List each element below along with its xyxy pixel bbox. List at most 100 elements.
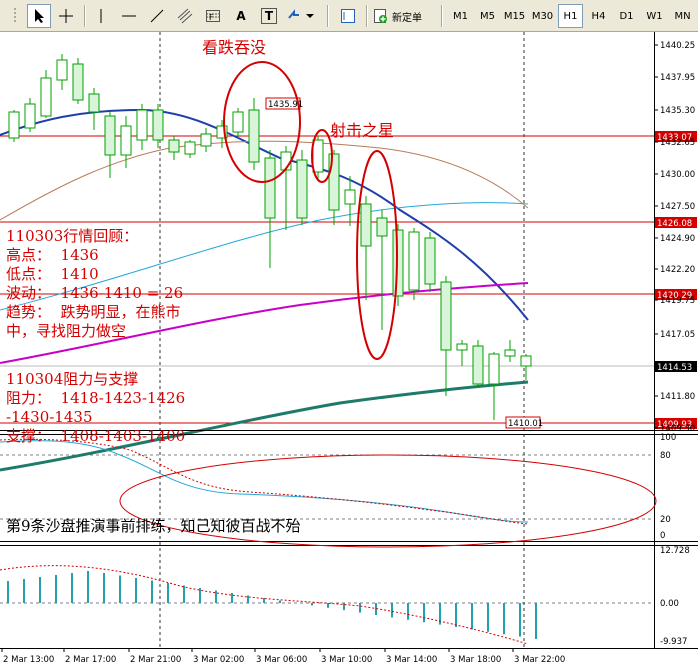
- sr-block: 110304阻力与支撑 阻力： 1418-1423-1426 -1430-143…: [6, 370, 185, 446]
- stoch-axis-label: 0: [660, 531, 665, 541]
- candle-body: [104, 115, 116, 156]
- candle-body: [264, 157, 276, 219]
- candle-body: [424, 237, 436, 285]
- candle-body: [232, 111, 244, 133]
- time-tick-label: 3 Mar 10:00: [321, 655, 372, 665]
- timeframe-m5[interactable]: M5: [475, 4, 500, 28]
- time-tick-label: 2 Mar 13:00: [3, 655, 54, 665]
- time-tick-label: 3 Mar 18:00: [450, 655, 501, 665]
- vertical-line-icon[interactable]: [89, 4, 113, 28]
- timeframe-h4[interactable]: H4: [586, 4, 611, 28]
- candle-body: [360, 203, 372, 247]
- toolbar-separator: [441, 5, 443, 27]
- sr-resistance: 阻力： 1418-1423-1426: [6, 389, 186, 407]
- candle-body: [88, 93, 100, 113]
- review-range: 波动： 1436-1410 = 26: [6, 284, 184, 302]
- candle-body: [120, 125, 132, 156]
- arrow-shapes-icon[interactable]: [285, 4, 315, 28]
- sr-title: 110304阻力与支撑: [6, 370, 139, 388]
- cursor-arrow-icon[interactable]: [27, 4, 51, 28]
- time-tick-label: 3 Mar 06:00: [256, 655, 307, 665]
- price-tick-label: 1440.25: [660, 41, 695, 51]
- equidistant-channel-icon[interactable]: [173, 4, 197, 28]
- low-price-label: 1410.01: [508, 419, 543, 429]
- time-tick-label: 3 Mar 02:00: [193, 655, 244, 665]
- price-tick-label: 1430.00: [660, 170, 695, 180]
- time-tick-label: 3 Mar 14:00: [386, 655, 437, 665]
- price-tick-label: 1411.80: [660, 392, 695, 402]
- toolbar-separator: [366, 5, 368, 27]
- price-tick-label: 1427.50: [660, 202, 695, 212]
- timeframe-m1[interactable]: M1: [448, 4, 473, 28]
- candle-body: [184, 141, 196, 155]
- review-high: 高点： 1436: [6, 246, 99, 264]
- candle-body: [152, 109, 164, 141]
- macd-axis-label: 0.00: [660, 599, 679, 609]
- price-tick-label: 1424.90: [660, 234, 695, 244]
- stoch-axis-label: 80: [660, 451, 671, 461]
- review-trend-2: 中，寻找阻力做空: [6, 322, 127, 340]
- sr-support: 支撑： 1408-1403-1400: [6, 427, 186, 445]
- engulf-annotation: 看跌吞没: [202, 38, 267, 57]
- review-title: 110303行情回顾：: [6, 227, 139, 245]
- toolbar-separator: [84, 5, 86, 27]
- candle-body: [376, 217, 388, 237]
- fibonacci-icon[interactable]: F: [201, 4, 225, 28]
- price-tick-label: 1422.20: [660, 265, 695, 275]
- candle-body: [72, 63, 84, 101]
- candle-body: [248, 109, 260, 163]
- rule-caption: 第9条沙盘推演事前排练，知己知彼百战不殆: [6, 517, 301, 535]
- timeframe-d1[interactable]: D1: [614, 4, 639, 28]
- candle-body: [472, 345, 484, 385]
- crosshair-icon[interactable]: [54, 4, 78, 28]
- candle-body: [200, 133, 212, 147]
- candle-body: [408, 231, 420, 291]
- candle-body: [456, 343, 468, 351]
- text-label-icon[interactable]: T: [257, 4, 281, 28]
- current-price-label: 1414.53: [657, 363, 692, 373]
- price-tick-label: 1417.05: [660, 330, 695, 340]
- price-tick-label: 1432.65: [660, 138, 695, 148]
- periodicity-icon[interactable]: [336, 4, 360, 28]
- toolbar: F A T 新定单 M1 M5 M15 M30 H1 H4 D1 W1 MN: [0, 0, 698, 32]
- candle-body: [488, 353, 500, 385]
- time-tick-label: 2 Mar 21:00: [130, 655, 181, 665]
- horizontal-line-icon[interactable]: [117, 4, 141, 28]
- macd-axis-label: -9.937: [660, 637, 687, 647]
- price-tick-label: 1419.75: [660, 296, 695, 306]
- time-tick-label: 3 Mar 22:00: [514, 655, 565, 665]
- timeframe-m15[interactable]: M15: [502, 4, 527, 28]
- candle-body: [344, 189, 356, 205]
- timeframe-mn[interactable]: MN: [670, 4, 695, 28]
- level-label: 1426.08: [657, 219, 692, 229]
- candle-body: [296, 159, 308, 219]
- toolbar-separator: [327, 5, 329, 27]
- sr-resistance-2: -1430-1435: [6, 408, 93, 426]
- price-tick-label: 1435.30: [660, 106, 695, 116]
- timeframe-w1[interactable]: W1: [642, 4, 667, 28]
- svg-text:F: F: [209, 13, 214, 22]
- candle-body: [40, 77, 52, 117]
- text-tool-icon[interactable]: A: [229, 4, 253, 28]
- timeframe-m30[interactable]: M30: [530, 4, 555, 28]
- timeframe-h1[interactable]: H1: [558, 4, 583, 28]
- stoch-axis-label: 20: [660, 515, 671, 525]
- candle-body: [136, 109, 148, 141]
- toolbar-grip-icon: [4, 4, 28, 28]
- candle-body: [440, 281, 452, 351]
- candle-body: [328, 153, 340, 211]
- candle-body: [56, 59, 68, 81]
- review-low: 低点： 1410: [6, 265, 99, 283]
- new-order-icon: [372, 8, 388, 24]
- candle-body: [520, 355, 532, 367]
- new-order-label: 新定单: [392, 12, 422, 24]
- macd-axis-label: 12.728: [660, 546, 690, 556]
- trendline-icon[interactable]: [145, 4, 169, 28]
- review-trend: 趋势： 跌势明显，在熊市: [6, 303, 181, 321]
- candle-body: [168, 139, 180, 153]
- candle-body: [504, 349, 516, 357]
- shooting-star-annotation: 射击之星: [330, 121, 395, 140]
- new-order-button[interactable]: 新定单: [372, 4, 436, 28]
- price-tick-label: 1437.95: [660, 73, 695, 83]
- time-tick-label: 2 Mar 17:00: [65, 655, 116, 665]
